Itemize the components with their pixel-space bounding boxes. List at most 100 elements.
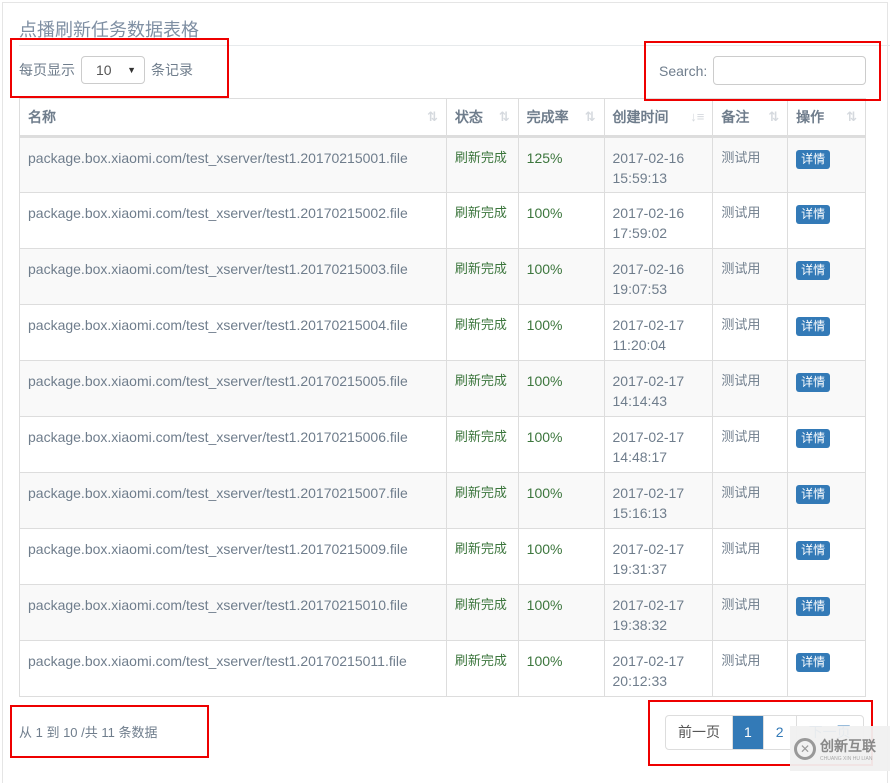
sort-icon: ⇅ [498,109,510,124]
details-button[interactable]: 详情 [796,205,831,224]
cell-created: 2017-02-17 19:38:32 [603,584,714,641]
table-row: package.box.xiaomi.com/test_xserver/test… [19,416,866,473]
sort-icon: ⇅ [846,109,857,124]
created-time: 19:31:37 [612,561,668,577]
column-header[interactable]: 操作 ⇅ [787,98,866,138]
details-button[interactable]: 详情 [796,429,831,448]
cell-name: package.box.xiaomi.com/test_xserver/test… [19,584,447,641]
details-button[interactable]: 详情 [796,541,831,560]
cell-action: 详情 [787,360,866,417]
details-button[interactable]: 详情 [796,373,831,392]
cell-created: 2017-02-17 20:12:33 [603,640,714,697]
cell-name: package.box.xiaomi.com/test_xserver/test… [19,248,447,305]
cell-note: 测试用 [712,640,789,697]
cell-rate: 100% [517,472,605,529]
cell-rate: 100% [517,304,605,361]
table-row: package.box.xiaomi.com/test_xserver/test… [19,640,866,697]
column-header[interactable]: 备注 ⇅ [712,98,789,138]
cell-created: 2017-02-17 14:48:17 [603,416,714,473]
cell-name: package.box.xiaomi.com/test_xserver/test… [19,136,447,193]
cell-name: package.box.xiaomi.com/test_xserver/test… [19,360,447,417]
cell-action: 详情 [787,472,866,529]
column-header-label: 操作 [796,109,825,125]
table-row: package.box.xiaomi.com/test_xserver/test… [19,472,866,529]
watermark-subtext: CHUANG XIN HU LIAN [820,755,873,762]
column-header[interactable]: 名称 ⇅ [19,98,447,138]
table-row: package.box.xiaomi.com/test_xserver/test… [19,584,866,641]
created-time: 17:59:02 [612,225,668,241]
created-time: 15:59:13 [612,170,668,186]
table-row: package.box.xiaomi.com/test_xserver/test… [19,136,866,193]
highlight-box [10,38,229,98]
cell-note: 测试用 [712,584,789,641]
cell-created: 2017-02-17 11:20:04 [603,304,714,361]
cell-rate: 100% [517,192,605,249]
created-time: 14:48:17 [612,449,668,465]
cell-rate: 100% [517,416,605,473]
cell-status: 刷新完成 [445,192,519,249]
details-button[interactable]: 详情 [796,261,831,280]
cell-status: 刷新完成 [445,136,519,193]
details-button[interactable]: 详情 [796,485,831,504]
table-row: package.box.xiaomi.com/test_xserver/test… [19,360,866,417]
details-button[interactable]: 详情 [796,597,831,616]
created-date: 2017-02-17 [612,317,685,333]
column-header-label: 状态 [454,109,483,125]
watermark: ✕ 创新互联 CHUANG XIN HU LIAN [790,726,890,771]
details-button[interactable]: 详情 [796,317,831,336]
created-time: 11:20:04 [612,337,666,353]
cell-note: 测试用 [712,472,789,529]
watermark-text: 创新互联 [820,737,876,754]
details-button[interactable]: 详情 [796,150,831,169]
created-time: 15:16:13 [612,505,668,521]
created-date: 2017-02-17 [612,541,685,557]
highlight-box [644,41,881,101]
cell-rate: 100% [517,248,605,305]
cell-created: 2017-02-16 17:59:02 [603,192,714,249]
highlight-box [10,705,209,758]
cell-name: package.box.xiaomi.com/test_xserver/test… [19,192,447,249]
created-date: 2017-02-16 [612,150,685,166]
cell-status: 刷新完成 [445,528,519,585]
cell-status: 刷新完成 [445,248,519,305]
cell-note: 测试用 [712,528,789,585]
cell-rate: 100% [517,360,605,417]
sort-desc-icon: ↓≡ [690,109,705,124]
sort-icon: ⇅ [426,109,438,124]
cell-note: 测试用 [712,136,789,193]
created-date: 2017-02-16 [612,261,685,277]
cell-note: 测试用 [712,248,789,305]
cell-name: package.box.xiaomi.com/test_xserver/test… [19,640,447,697]
cell-rate: 100% [517,640,605,697]
created-date: 2017-02-17 [612,485,685,501]
column-header[interactable]: 状态 ⇅ [445,98,519,138]
cell-note: 测试用 [712,304,789,361]
cell-created: 2017-02-16 15:59:13 [603,136,714,193]
column-header[interactable]: 创建时间 ↓≡ [603,98,714,138]
cell-action: 详情 [787,584,866,641]
cell-rate: 100% [517,528,605,585]
cell-rate: 100% [517,584,605,641]
cell-name: package.box.xiaomi.com/test_xserver/test… [19,416,447,473]
cell-action: 详情 [787,416,866,473]
column-header-label: 创建时间 [612,109,669,125]
column-header-label: 名称 [28,109,56,125]
cell-note: 测试用 [712,416,789,473]
cell-action: 详情 [787,136,866,193]
table-row: package.box.xiaomi.com/test_xserver/test… [19,248,866,305]
column-header[interactable]: 完成率 ⇅ [517,98,605,138]
details-button[interactable]: 详情 [796,653,831,672]
cell-action: 详情 [787,248,866,305]
table-row: package.box.xiaomi.com/test_xserver/test… [19,304,866,361]
table-row: package.box.xiaomi.com/test_xserver/test… [19,192,866,249]
created-date: 2017-02-16 [612,205,685,221]
cell-status: 刷新完成 [445,416,519,473]
created-date: 2017-02-17 [612,653,685,669]
created-time: 19:38:32 [612,617,668,633]
watermark-logo-icon: ✕ [794,737,816,760]
created-date: 2017-02-17 [612,597,685,613]
cell-status: 刷新完成 [445,360,519,417]
cell-action: 详情 [787,640,866,697]
sort-icon: ⇅ [768,109,780,124]
cell-note: 测试用 [712,360,789,417]
